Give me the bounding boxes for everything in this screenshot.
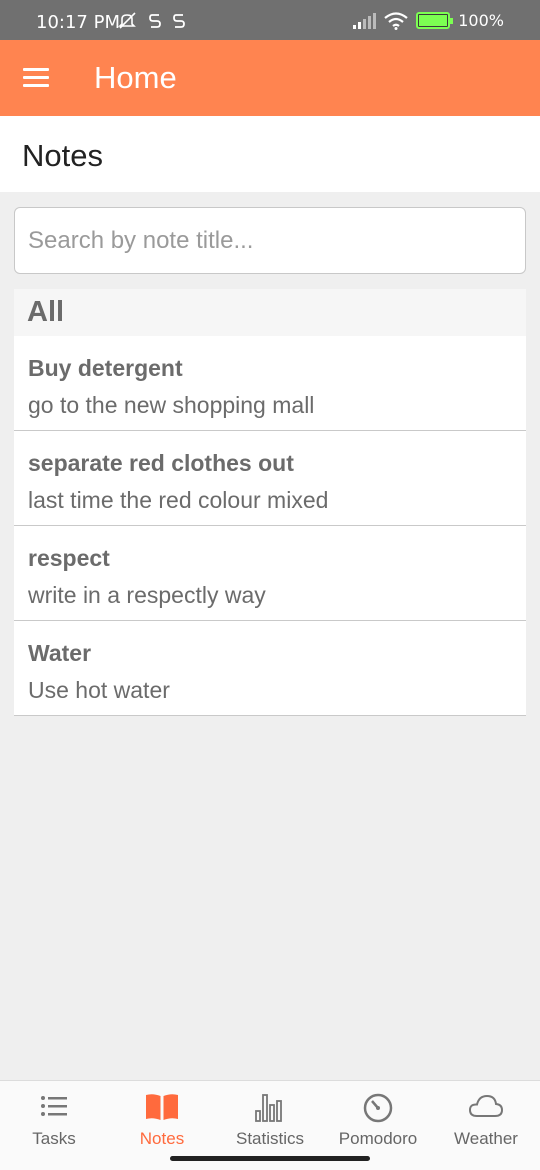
battery-charging-icon [416, 12, 454, 29]
bar-chart-icon [255, 1094, 282, 1122]
home-indicator[interactable] [170, 1156, 370, 1161]
signal-icon [353, 12, 377, 29]
note-item[interactable]: Buy detergent go to the new shopping mal… [14, 336, 526, 431]
book-icon [146, 1094, 178, 1120]
battery-level: 100% [458, 11, 504, 30]
note-title: separate red clothes out [28, 450, 294, 476]
section-header: Notes [0, 116, 540, 192]
note-body: Use hot water [28, 677, 170, 703]
nav-label: Statistics [235, 1129, 305, 1148]
note-title: Water [28, 640, 92, 666]
timer-icon [363, 1093, 393, 1123]
note-item[interactable]: separate red clothes out last time the r… [14, 431, 526, 526]
mute-icon [118, 12, 136, 29]
wifi-icon [384, 11, 408, 30]
status-icons-left [118, 12, 186, 30]
note-body: write in a respectly way [28, 582, 266, 608]
search-input[interactable] [15, 208, 525, 273]
note-item[interactable]: Water Use hot water [14, 621, 526, 716]
nav-weather[interactable]: Weather [432, 1081, 540, 1170]
app-bar: Home [0, 40, 540, 116]
note-body: last time the red colour mixed [28, 487, 329, 513]
note-title: Buy detergent [28, 355, 183, 381]
nav-label: Pomodoro [338, 1129, 418, 1148]
note-body: go to the new shopping mall [28, 392, 315, 418]
nav-tasks[interactable]: Tasks [0, 1081, 108, 1170]
nav-label: Tasks [32, 1129, 76, 1148]
status-time: 10:17 PM [36, 12, 120, 33]
hamburger-menu-icon[interactable] [23, 68, 49, 88]
sync-icon [149, 14, 161, 28]
page-title: Notes [22, 138, 103, 173]
notes-list: All Buy detergent go to the new shopping… [14, 289, 526, 716]
group-header: All [14, 289, 526, 336]
nav-label: Notes [139, 1129, 185, 1148]
app-bar-title: Home [94, 60, 177, 95]
list-icon [41, 1096, 67, 1116]
nav-label: Weather [454, 1129, 518, 1148]
search-box [14, 207, 526, 274]
status-bar: 10:17 PM 100% [0, 0, 540, 40]
note-title: respect [28, 545, 110, 571]
note-item[interactable]: respect write in a respectly way [14, 526, 526, 621]
sync-icon [173, 14, 185, 28]
status-icons-right: 100% [352, 11, 504, 30]
cloud-icon [468, 1094, 504, 1117]
